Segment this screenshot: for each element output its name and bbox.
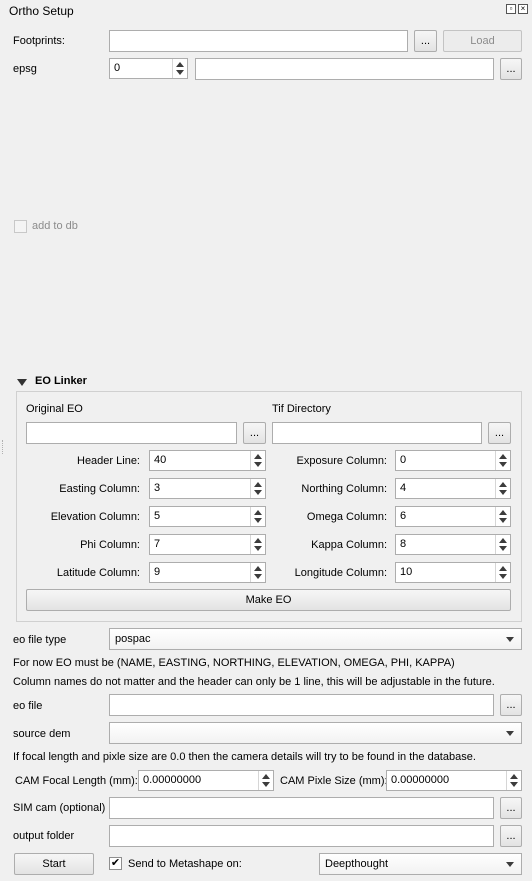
phi-column-label: Phi Column: (80, 539, 140, 551)
collapse-arrow-icon[interactable] (17, 379, 27, 386)
source-dem-label: source dem (13, 728, 71, 740)
epsg-spinbox[interactable]: 0 (109, 58, 188, 79)
phi-column-stepper[interactable] (250, 535, 265, 554)
sim-cam-browse-button[interactable]: ... (500, 797, 522, 819)
longitude-column-spinbox[interactable]: 10 (395, 562, 511, 583)
elevation-column-value: 5 (154, 510, 161, 522)
tif-directory-input[interactable] (272, 422, 482, 444)
northing-column-stepper[interactable] (495, 479, 510, 498)
tif-directory-label: Tif Directory (272, 403, 331, 415)
header-line-stepper[interactable] (250, 451, 265, 470)
latitude-column-stepper[interactable] (250, 563, 265, 582)
northing-column-label: Northing Column: (301, 483, 387, 495)
cam-focal-length-value: 0.00000000 (143, 774, 202, 786)
send-to-metashape-label: Send to Metashape on: (128, 858, 242, 870)
latitude-column-spinbox[interactable]: 9 (149, 562, 266, 583)
kappa-column-value: 8 (400, 538, 407, 550)
eo-file-browse-button[interactable]: ... (500, 694, 522, 716)
kappa-column-label: Kappa Column: (311, 539, 387, 551)
header-line-label: Header Line: (77, 455, 140, 467)
focal-length-info: If focal length and pixle size are 0.0 t… (13, 751, 476, 763)
window-title: Ortho Setup (9, 4, 74, 18)
chevron-down-icon (506, 731, 514, 736)
header-line-value: 40 (154, 454, 167, 466)
source-dem-select[interactable] (109, 722, 522, 744)
kappa-column-spinbox[interactable]: 8 (395, 534, 511, 555)
start-button[interactable]: Start (14, 853, 94, 875)
epsg-label: epsg (13, 63, 37, 75)
elevation-column-spinbox[interactable]: 5 (149, 506, 266, 527)
exposure-column-spinbox[interactable]: 0 (395, 450, 511, 471)
cam-pixel-size-spinbox[interactable]: 0.00000000 (386, 770, 522, 791)
chevron-down-icon (506, 637, 514, 642)
easting-column-value: 3 (154, 482, 161, 494)
footprints-input[interactable] (109, 30, 408, 52)
eo-file-type-label: eo file type (13, 634, 67, 646)
load-button[interactable]: Load (443, 30, 522, 52)
phi-column-value: 7 (154, 538, 161, 550)
cam-pixel-size-stepper[interactable] (506, 771, 521, 790)
epsg-browse-button[interactable]: ... (500, 58, 522, 80)
eo-file-label: eo file (13, 700, 43, 712)
eo-file-type-value: pospac (115, 633, 151, 645)
close-icon[interactable]: × (518, 4, 528, 14)
server-select[interactable]: Deepthought (319, 853, 522, 875)
server-value: Deepthought (325, 858, 388, 870)
omega-column-label: Omega Column: (306, 511, 387, 523)
output-folder-browse-button[interactable]: ... (500, 825, 522, 847)
eo-format-info: For now EO must be (NAME, EASTING, NORTH… (13, 657, 455, 669)
tif-directory-browse-button[interactable]: ... (488, 422, 511, 444)
latitude-column-value: 9 (154, 566, 161, 578)
exposure-column-label: Exposure Column: (296, 455, 388, 467)
footprints-label: Footprints: (13, 35, 65, 47)
easting-column-label: Easting Column: (59, 483, 140, 495)
epsg-stepper[interactable] (172, 59, 187, 78)
cam-pixel-size-label: CAM Pixle Size (mm): (280, 775, 388, 787)
cam-focal-length-stepper[interactable] (258, 771, 273, 790)
eo-linker-title[interactable]: EO Linker (35, 375, 87, 387)
original-eo-label: Original EO (26, 403, 83, 415)
phi-column-spinbox[interactable]: 7 (149, 534, 266, 555)
exposure-column-stepper[interactable] (495, 451, 510, 470)
float-icon[interactable]: ▫ (506, 4, 516, 14)
chevron-down-icon (506, 862, 514, 867)
cam-pixel-size-value: 0.00000000 (391, 774, 450, 786)
northing-column-spinbox[interactable]: 4 (395, 478, 511, 499)
output-folder-input[interactable] (109, 825, 494, 847)
northing-column-value: 4 (400, 482, 407, 494)
sim-cam-label: SIM cam (optional) (13, 802, 106, 814)
longitude-column-value: 10 (400, 566, 413, 578)
make-eo-button[interactable]: Make EO (26, 589, 511, 611)
omega-column-stepper[interactable] (495, 507, 510, 526)
add-to-db-label: add to db (32, 220, 78, 232)
eo-file-input[interactable] (109, 694, 494, 716)
title-bar: Ortho Setup ▫ × (0, 0, 532, 22)
column-names-info: Column names do not matter and the heade… (13, 676, 495, 688)
splitter-handle[interactable] (2, 440, 5, 454)
cam-focal-length-spinbox[interactable]: 0.00000000 (138, 770, 274, 791)
kappa-column-stepper[interactable] (495, 535, 510, 554)
eo-file-type-select[interactable]: pospac (109, 628, 522, 650)
longitude-column-stepper[interactable] (495, 563, 510, 582)
send-to-metashape-checkbox[interactable]: ✔ (109, 857, 122, 870)
elevation-column-stepper[interactable] (250, 507, 265, 526)
output-folder-label: output folder (13, 830, 75, 842)
add-to-db-checkbox[interactable] (14, 220, 27, 233)
sim-cam-input[interactable] (109, 797, 494, 819)
omega-column-spinbox[interactable]: 6 (395, 506, 511, 527)
longitude-column-label: Longitude Column: (294, 567, 387, 579)
epsg-value: 0 (114, 62, 121, 74)
easting-column-stepper[interactable] (250, 479, 265, 498)
original-eo-input[interactable] (26, 422, 237, 444)
cam-focal-length-label: CAM Focal Length (mm): (15, 775, 138, 787)
elevation-column-label: Elevation Column: (50, 511, 140, 523)
latitude-column-label: Latitude Column: (56, 567, 140, 579)
epsg-text-input[interactable] (195, 58, 494, 80)
omega-column-value: 6 (400, 510, 407, 522)
header-line-spinbox[interactable]: 40 (149, 450, 266, 471)
original-eo-browse-button[interactable]: ... (243, 422, 266, 444)
exposure-column-value: 0 (400, 454, 407, 466)
easting-column-spinbox[interactable]: 3 (149, 478, 266, 499)
footprints-browse-button[interactable]: ... (414, 30, 437, 52)
